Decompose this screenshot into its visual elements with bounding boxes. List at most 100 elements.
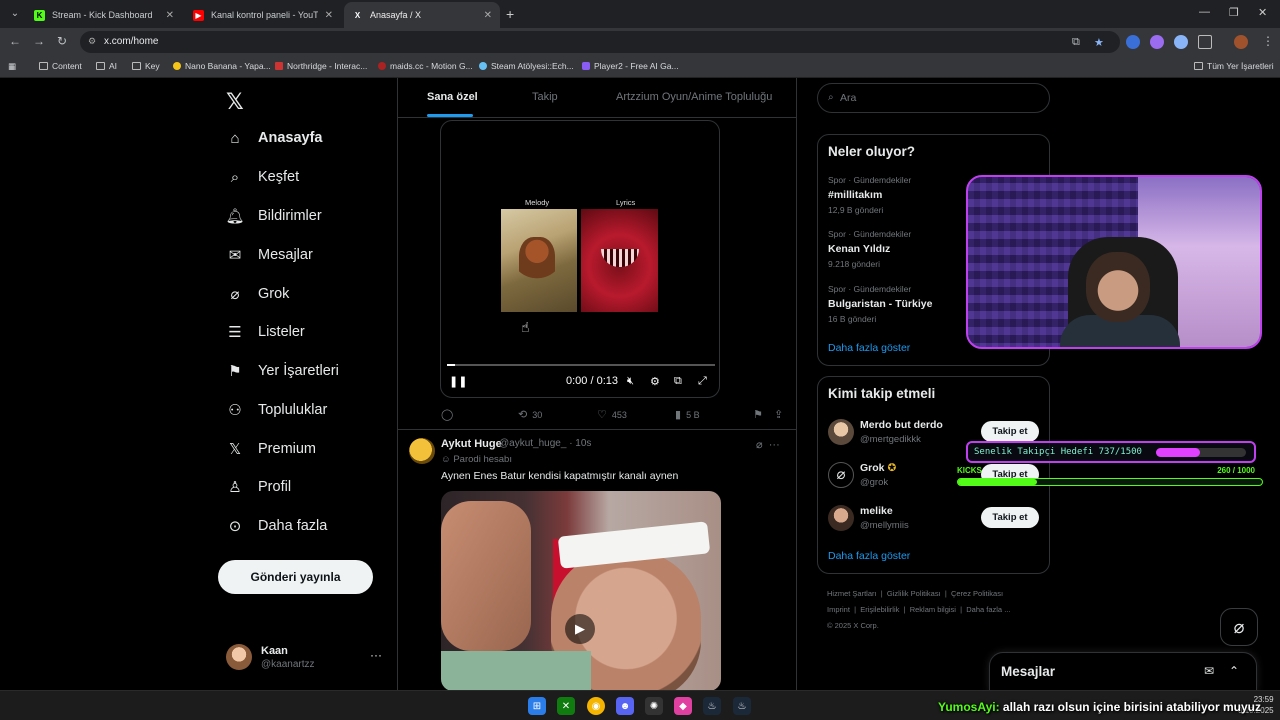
close-tab-icon[interactable]: ✕: [325, 10, 333, 21]
reload-icon[interactable]: ↻: [57, 34, 67, 48]
tweet-video[interactable]: ▶: [441, 491, 721, 690]
tab-community[interactable]: Artzzium Oyun/Anime Topluluğu: [616, 91, 772, 103]
retweet-button[interactable]: ⟲ 30: [518, 408, 542, 421]
nav-item-profile[interactable]: ♙ Profil: [226, 478, 291, 496]
footer-link[interactable]: Gizlilik Politikası: [887, 589, 941, 598]
x-logo-icon[interactable]: 𝕏: [226, 90, 244, 115]
install-app-icon[interactable]: ⧉: [1072, 36, 1080, 49]
bookmark-star-icon[interactable]: ★: [1094, 36, 1104, 49]
avatar[interactable]: [409, 438, 435, 464]
apps-grid-icon[interactable]: ▦: [8, 61, 16, 72]
show-more-trends-link[interactable]: Daha fazla göster: [828, 342, 910, 354]
chrome-icon[interactable]: ◉: [587, 697, 605, 715]
share-button[interactable]: ⇪: [774, 408, 783, 421]
bookmark-folder-content[interactable]: Content: [39, 61, 82, 71]
views-button[interactable]: ▮ 5 B: [675, 408, 700, 421]
close-window-icon[interactable]: ✕: [1258, 6, 1267, 19]
footer-link[interactable]: Daha fazla ...: [966, 605, 1010, 614]
nav-item-home[interactable]: ⌂ Anasayfa: [226, 129, 322, 147]
chatgpt-icon[interactable]: ✺: [645, 697, 663, 715]
tab-following[interactable]: Takip: [532, 91, 558, 103]
start-icon[interactable]: ⊞: [528, 697, 546, 715]
steam-icon[interactable]: ♨: [703, 697, 721, 715]
play-icon[interactable]: ▶: [565, 614, 595, 644]
expand-icon[interactable]: ⌃: [1229, 664, 1239, 678]
footer-link[interactable]: Hizmet Şartları: [827, 589, 877, 598]
browser-menu-icon[interactable]: ⋮: [1262, 34, 1274, 48]
tab-for-you[interactable]: Sana özel: [427, 91, 478, 103]
show-more-follow-link[interactable]: Daha fazla göster: [828, 550, 910, 562]
pause-icon[interactable]: ❚❚: [449, 375, 467, 388]
reply-button[interactable]: ◯: [441, 408, 453, 421]
nav-item-lists[interactable]: ☰ Listeler: [226, 323, 304, 341]
address-bar[interactable]: ⚙ x.com/home ⧉ ★: [80, 31, 1120, 53]
close-tab-icon[interactable]: ✕: [166, 10, 174, 21]
bookmark-folder-ai[interactable]: AI: [96, 61, 117, 71]
follow-suggestion[interactable]: melike @mellymiis Takip et: [828, 503, 1043, 533]
tab-search-button[interactable]: ⌄: [6, 5, 24, 23]
more-icon[interactable]: ···: [370, 648, 382, 662]
xbox-icon[interactable]: ✕: [557, 697, 575, 715]
nav-item-messages[interactable]: ✉ Mesajlar: [226, 246, 313, 264]
new-tab-button[interactable]: +: [506, 6, 514, 22]
footer-link[interactable]: Reklam bilgisi: [910, 605, 956, 614]
bookmark-button[interactable]: ⚑: [753, 408, 763, 421]
profile-avatar-icon[interactable]: [1234, 35, 1248, 49]
tab-youtube-studio[interactable]: ▶ Kanal kontrol paneli - YouTube ✕: [185, 2, 341, 28]
more-icon[interactable]: ···: [769, 439, 780, 451]
minimize-icon[interactable]: —: [1199, 6, 1210, 18]
bookmark-northridge[interactable]: Northridge - Interac...: [275, 61, 367, 71]
back-icon[interactable]: ←: [9, 34, 21, 48]
pip-icon[interactable]: ⧉: [674, 375, 682, 388]
messages-drawer[interactable]: Mesajlar ✉ ⌃: [989, 652, 1257, 690]
video-progress-bar[interactable]: [447, 364, 715, 366]
bookmark-steam-workshop[interactable]: Steam Atölyesi::Ech...: [479, 61, 574, 71]
extensions-puzzle-icon[interactable]: [1198, 35, 1212, 49]
site-info-icon[interactable]: ⚙: [88, 36, 96, 47]
extension-icon[interactable]: [1150, 35, 1164, 49]
nav-item-bookmarks[interactable]: ⚑ Yer İşaretleri: [226, 362, 339, 380]
tab-x-home[interactable]: X Anasayfa / X ✕: [344, 2, 500, 28]
app-icon[interactable]: ◆: [674, 697, 692, 715]
bookmark-player2[interactable]: Player2 - Free AI Ga...: [582, 61, 679, 71]
search-input[interactable]: [840, 90, 1030, 106]
footer-link[interactable]: Çerez Politikası: [951, 589, 1003, 598]
close-tab-icon[interactable]: ✕: [484, 10, 492, 21]
post-button[interactable]: Gönderi yayınla: [218, 560, 373, 594]
discord-icon[interactable]: ☻: [616, 697, 634, 715]
grok-icon[interactable]: ⌀: [756, 439, 763, 451]
nav-item-more[interactable]: ⊙ Daha fazla: [226, 517, 328, 535]
footer-link[interactable]: Imprint: [827, 605, 850, 614]
url-text[interactable]: x.com/home: [104, 36, 158, 47]
nav-item-notifications[interactable]: 🔔︎ Bildirimler: [225, 207, 321, 225]
nav-item-communities[interactable]: ⚇ Topluluklar: [226, 401, 327, 419]
mute-icon[interactable]: 🔇︎: [627, 375, 634, 388]
nav-item-premium[interactable]: 𝕏 Premium: [226, 440, 316, 458]
bookmark-maids[interactable]: maids.cc - Motion G...: [378, 61, 473, 71]
search-box[interactable]: ⌕: [817, 83, 1050, 113]
tweet[interactable]: Aykut Huge @aykut_huge_ · 10s ☺ Parodi h…: [398, 430, 796, 690]
extension-icon[interactable]: [1126, 35, 1140, 49]
nav-item-grok[interactable]: ⌀ Grok: [226, 285, 289, 303]
video-player[interactable]: Melody Lyrics ☝ ❚❚ 0:00 / 0:13 🔇︎ ⚙ ⧉ ⤢: [440, 120, 720, 398]
forward-icon[interactable]: →: [33, 34, 45, 48]
grok-float-button[interactable]: ⌀: [1220, 608, 1258, 646]
footer-link[interactable]: Erişilebilirlik: [860, 605, 899, 614]
tweet-author-handle[interactable]: @aykut_huge_ · 10s: [499, 438, 591, 449]
bookmark-nano-banana[interactable]: Nano Banana - Yapa...: [173, 61, 271, 71]
fullscreen-icon[interactable]: ⤢: [698, 375, 707, 388]
like-button[interactable]: ♡ 453: [597, 408, 627, 421]
tweet-author-name[interactable]: Aykut Huge: [441, 438, 502, 450]
bookmark-folder-key[interactable]: Key: [132, 61, 160, 71]
steam-icon[interactable]: ♨: [733, 697, 751, 715]
follow-button[interactable]: Takip et: [981, 507, 1039, 528]
restore-icon[interactable]: ❐: [1229, 6, 1239, 19]
nav-item-explore[interactable]: ⌕ Keşfet: [226, 168, 299, 186]
tab-kick-dashboard[interactable]: K Stream - Kick Dashboard ✕: [26, 2, 182, 28]
settings-gear-icon[interactable]: ⚙: [650, 375, 660, 388]
account-switcher[interactable]: Kaan @kaanartzz ···: [226, 640, 386, 676]
extension-icon[interactable]: [1174, 35, 1188, 49]
all-bookmarks-folder[interactable]: Tüm Yer İşaretleri: [1194, 61, 1274, 71]
new-message-icon[interactable]: ✉: [1204, 664, 1214, 678]
follow-button[interactable]: Takip et: [981, 421, 1039, 442]
